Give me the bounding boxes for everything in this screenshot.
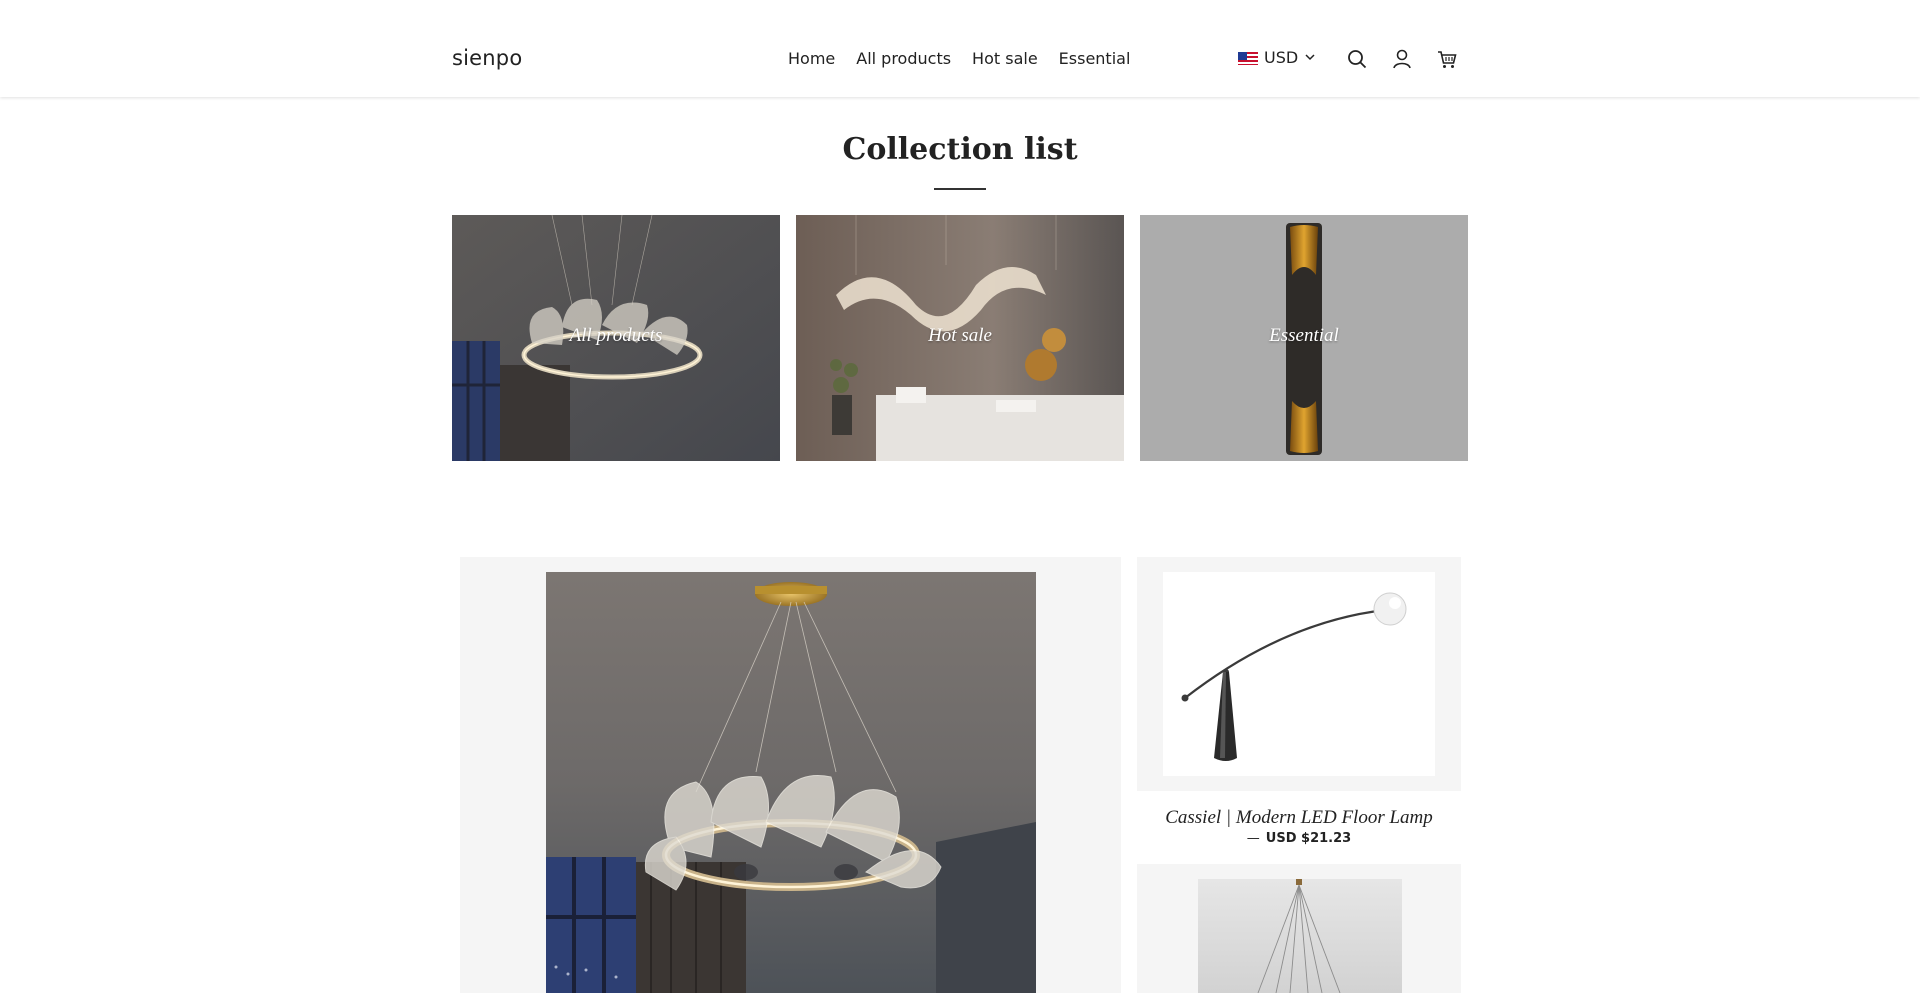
- currency-label: USD: [1264, 48, 1299, 67]
- product-price: — USD $21.23: [1137, 831, 1461, 846]
- pendant-lamp-image: [1198, 879, 1402, 993]
- product-image-pendant[interactable]: [1198, 879, 1402, 993]
- floor-lamp-image: [1181, 592, 1407, 761]
- cart-icon[interactable]: [1436, 48, 1458, 70]
- product-image-floor-lamp[interactable]: [1163, 572, 1435, 776]
- nav-link-home[interactable]: Home: [788, 49, 835, 68]
- tile-label-hot-sale: Hot sale: [928, 325, 992, 346]
- main-nav: Home All products Hot sale Essential: [788, 49, 1151, 68]
- chevron-down-icon: [1304, 48, 1316, 67]
- featured-product-image[interactable]: [546, 572, 1036, 993]
- collection-tile-essential[interactable]: Essential: [1140, 215, 1468, 461]
- price-value: USD $21.23: [1265, 831, 1352, 846]
- nav-link-hot-sale[interactable]: Hot sale: [972, 49, 1038, 68]
- nav-link-all-products[interactable]: All products: [856, 49, 951, 68]
- search-icon[interactable]: [1346, 48, 1368, 70]
- title-divider: [934, 188, 986, 190]
- account-icon[interactable]: [1391, 48, 1413, 70]
- chandelier-large-image: [546, 572, 1036, 993]
- store-logo[interactable]: sienpo: [452, 46, 522, 70]
- product-title[interactable]: Cassiel | Modern LED Floor Lamp: [1137, 807, 1461, 829]
- price-dash: —: [1246, 831, 1260, 846]
- currency-selector[interactable]: USD: [1238, 48, 1316, 67]
- tile-label-essential: Essential: [1269, 325, 1339, 346]
- collection-list-title: Collection list: [842, 132, 1078, 167]
- site-header: sienpo Home All products Hot sale Essent…: [0, 0, 1920, 97]
- collection-tile-hot-sale[interactable]: Hot sale: [796, 215, 1124, 461]
- nav-link-essential[interactable]: Essential: [1059, 49, 1131, 68]
- collection-tile-all-products[interactable]: All products: [452, 215, 780, 461]
- us-flag-icon: [1238, 51, 1258, 65]
- tile-label-all-products: All products: [569, 325, 663, 346]
